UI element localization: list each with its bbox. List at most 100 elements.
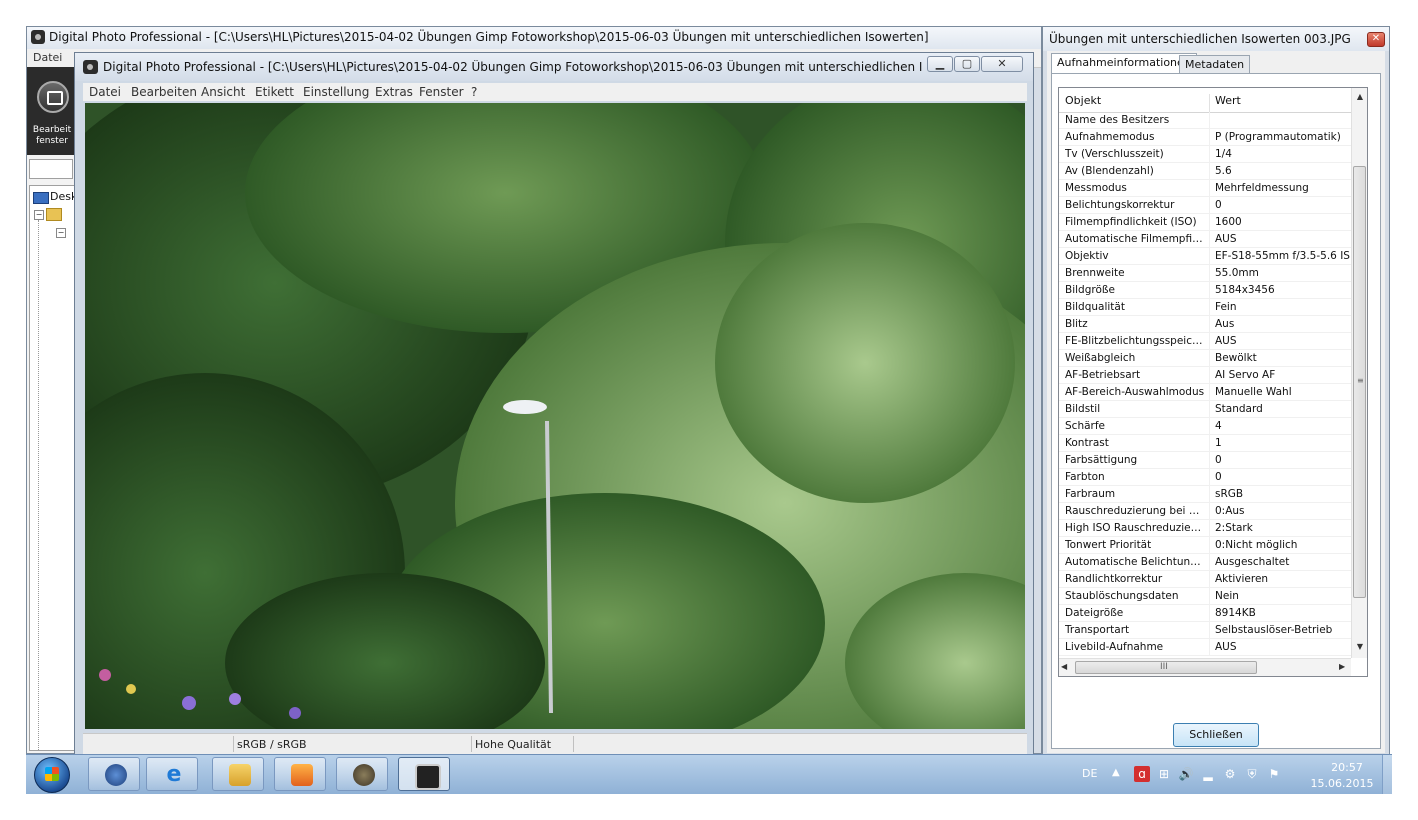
table-row[interactable]: Brennweite 55.0mm [1059,265,1351,282]
table-row[interactable]: Weißabgleich Bewölkt [1059,350,1351,367]
row-value: 5.6 [1215,165,1232,177]
table-row[interactable]: Blitz Aus [1059,316,1351,333]
main-window-titlebar[interactable]: Digital Photo Professional - [C:\Users\H… [27,27,1041,50]
windows-flag-icon[interactable]: ⊞ [1156,766,1172,782]
table-row[interactable]: Automatische Filmempfindli... AUS [1059,231,1351,248]
info-dialog-titlebar[interactable]: Übungen mit unterschiedlichen Isowerten … [1043,27,1389,51]
scroll-left-icon[interactable]: ◀ [1061,662,1067,671]
table-row[interactable]: Rauschreduzierung bei Lan... 0:Aus [1059,503,1351,520]
schliessen-button[interactable]: Schließen [1173,723,1259,747]
edit-window-button[interactable]: Bearbeit fenster [27,67,77,155]
row-key: Schärfe [1065,420,1106,432]
table-row[interactable]: Transportart Selbstauslöser-Betrieb [1059,622,1351,639]
image-viewer-titlebar[interactable]: Digital Photo Professional - [C:\Users\H… [75,53,1033,81]
tree-expander-icon[interactable]: − [56,228,66,238]
column-header-wert[interactable]: Wert [1215,94,1241,107]
close-button[interactable]: ✕ [981,56,1023,72]
table-row[interactable]: Randlichtkorrektur Aktivieren [1059,571,1351,588]
menu-bearbeiten[interactable]: Bearbeiten [131,85,197,99]
clock-time[interactable]: 20:57 [1322,761,1372,774]
column-separator [1209,605,1210,622]
tree-photo [85,103,1025,729]
table-row[interactable]: Staublöschungsdaten Nein [1059,588,1351,605]
taskbar-internet-explorer[interactable]: e [146,757,198,791]
main-window-title: Digital Photo Professional - [C:\Users\H… [49,30,929,44]
edit-window-label: Bearbeit fenster [32,125,72,146]
start-button[interactable] [34,757,70,793]
menu-fenster[interactable]: Fenster [419,85,464,99]
taskbar-gimp[interactable] [336,757,388,791]
taskbar-thunderbird[interactable] [88,757,140,791]
table-row[interactable]: FE-Blitzbelichtungsspeicher... AUS [1059,333,1351,350]
row-value: Bewölkt [1215,352,1257,364]
table-row[interactable]: AF-Bereich-Auswahlmodus Manuelle Wahl [1059,384,1351,401]
gimp-icon [353,764,375,786]
tray-expand-icon[interactable]: ▲ [1112,767,1120,778]
row-key: Staublöschungsdaten [1065,590,1179,602]
table-row[interactable]: Livebild-Aufnahme AUS [1059,639,1351,656]
taskbar-digital-photo-professional[interactable] [398,757,450,791]
tab-metadaten[interactable]: Metadaten [1179,55,1251,73]
table-row[interactable]: Farbsättigung 0 [1059,452,1351,469]
tab-aufnahmeinformationen[interactable]: Aufnahmeinformationen [1051,53,1197,74]
speaker-icon[interactable]: 🔊 [1178,766,1194,782]
action-center-icon[interactable]: ⚑ [1266,766,1282,782]
table-row[interactable]: Messmodus Mehrfeldmessung [1059,180,1351,197]
scroll-up-icon[interactable]: ▲ [1352,92,1367,104]
show-desktop-button[interactable] [1382,755,1393,794]
table-row[interactable]: Kontrast 1 [1059,435,1351,452]
security-icon[interactable]: ⛨ [1244,766,1260,782]
clock-date[interactable]: 15.06.2015 [1310,777,1374,790]
table-row[interactable]: Name des Besitzers [1059,112,1351,129]
table-row[interactable]: Tv (Verschlusszeit) 1/4 [1059,146,1351,163]
tree-expander-icon[interactable]: − [34,210,44,220]
horizontal-scrollbar[interactable]: ◀ III ▶ [1059,658,1351,676]
menu-etikett[interactable]: Etikett [255,85,294,99]
menu-datei[interactable]: Datei [33,51,62,64]
scroll-down-icon[interactable]: ▼ [1352,642,1367,654]
table-row[interactable]: Automatische Belichtungso... Ausgeschalte… [1059,554,1351,571]
row-key: AF-Bereich-Auswahlmodus [1065,386,1205,398]
taskbar-media-player[interactable] [274,757,326,791]
menu-ansicht[interactable]: Ansicht [201,85,245,99]
table-row[interactable]: Filmempfindlichkeit (ISO) 1600 [1059,214,1351,231]
image-viewer-menubar: Datei Bearbeiten Ansicht Etikett Einstel… [83,83,1027,101]
status-quality: Hohe Qualität [475,738,552,751]
table-row[interactable]: Dateigröße 8914KB [1059,605,1351,622]
menu-einstellung[interactable]: Einstellung [303,85,369,99]
table-row[interactable]: Aufnahmemodus P (Programmautomatik) [1059,129,1351,146]
table-row[interactable]: High ISO Rauschreduzierung 2:Stark [1059,520,1351,537]
menu-extras[interactable]: Extras [375,85,413,99]
menu-help[interactable]: ? [471,85,477,99]
table-row[interactable]: Bildqualität Fein [1059,299,1351,316]
row-value: Ausgeschaltet [1215,556,1290,568]
folder-icon[interactable] [46,208,62,221]
vertical-scrollbar[interactable]: ▲ ≡ ▼ [1351,88,1367,658]
scrollbar-thumb[interactable]: III [1075,661,1257,674]
column-header-objekt[interactable]: Objekt [1065,94,1101,107]
table-row[interactable]: Belichtungskorrektur 0 [1059,197,1351,214]
table-row[interactable]: Tonwert Priorität 0:Nicht möglich [1059,537,1351,554]
table-row[interactable]: Bildgröße 5184x3456 [1059,282,1351,299]
minimize-button[interactable]: ▁ [927,56,953,72]
folder-tree[interactable]: Desk − − [29,185,77,751]
table-row[interactable]: Bildstil Standard [1059,401,1351,418]
signal-icon[interactable]: ▂ [1200,766,1216,782]
maximize-button[interactable]: ▢ [954,56,980,72]
menu-datei[interactable]: Datei [89,85,121,99]
scrollbar-thumb[interactable]: ≡ [1353,166,1366,598]
table-row[interactable]: Objektiv EF-S18-55mm f/3.5-5.6 IS II [1059,248,1351,265]
scroll-right-icon[interactable]: ▶ [1339,662,1345,671]
table-row[interactable]: Farbraum sRGB [1059,486,1351,503]
antivirus-icon[interactable]: ɑ [1134,766,1150,782]
table-row[interactable]: Schärfe 4 [1059,418,1351,435]
close-icon[interactable]: ✕ [1367,32,1385,47]
table-row[interactable]: Av (Blendenzahl) 5.6 [1059,163,1351,180]
language-indicator[interactable]: DE [1082,767,1097,780]
folder-path-input[interactable] [29,159,73,179]
taskbar-file-explorer[interactable] [212,757,264,791]
table-row[interactable]: AF-Betriebsart AI Servo AF [1059,367,1351,384]
table-row[interactable]: Farbton 0 [1059,469,1351,486]
network-icon[interactable]: ⚙ [1222,766,1238,782]
photo-view[interactable] [85,103,1025,729]
